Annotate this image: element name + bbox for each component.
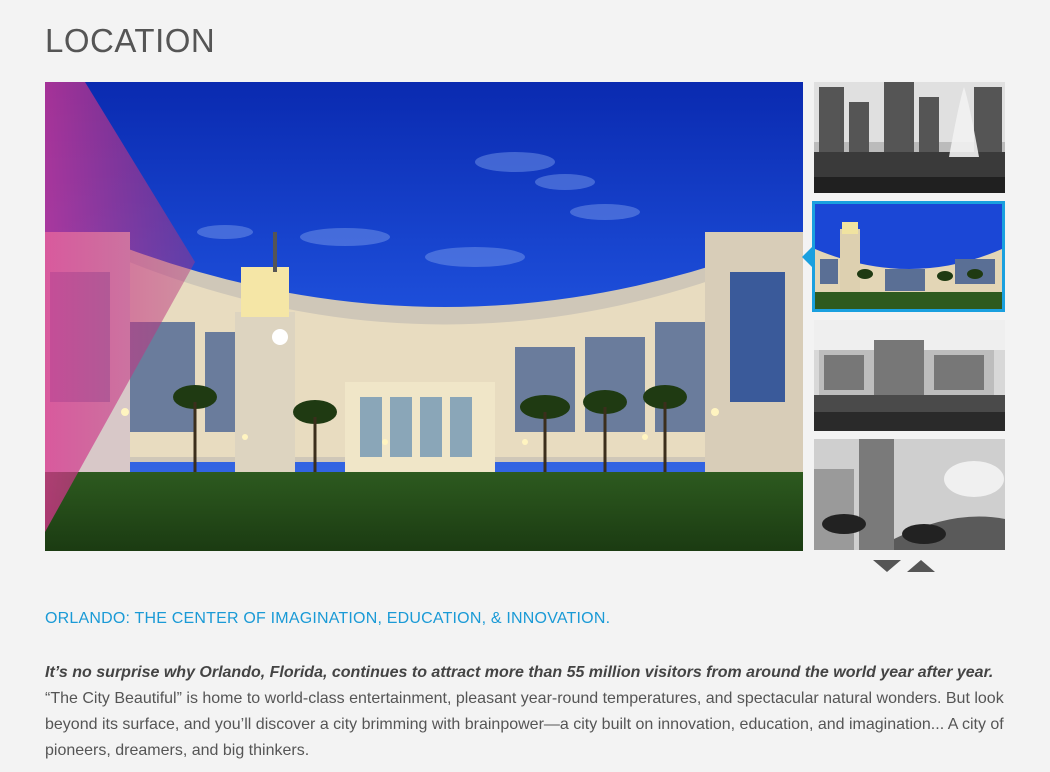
lead-sentence: It’s no surprise why Orlando, Florida, c…: [45, 664, 994, 681]
campus-building-photo: [45, 82, 803, 551]
skyline-photo: [814, 82, 1005, 193]
triangle-up-icon: [907, 560, 935, 572]
body-text: “The City Beautiful” is home to world-cl…: [45, 690, 1004, 759]
resort-hotel-thumbnail[interactable]: [814, 320, 1005, 431]
tower-palms-thumbnail[interactable]: [814, 439, 1005, 550]
page-title: LOCATION: [45, 22, 216, 59]
campus-photo: [815, 204, 1002, 309]
campus-building-thumbnail[interactable]: [812, 201, 1005, 312]
main-gallery-image: [45, 82, 803, 551]
triangle-down-icon: [873, 560, 901, 572]
hotel-photo: [814, 320, 1005, 431]
tower-photo: [814, 439, 1005, 550]
thumbnails-up-button[interactable]: [906, 558, 936, 574]
thumbnails-down-button[interactable]: [872, 558, 902, 574]
orlando-skyline-fountain-thumbnail[interactable]: [814, 82, 1005, 193]
active-thumbnail-pointer: [802, 247, 812, 267]
intro-paragraph: It’s no surprise why Orlando, Florida, c…: [45, 660, 1015, 764]
section-subheading: ORLANDO: THE CENTER OF IMAGINATION, EDUC…: [45, 610, 611, 627]
